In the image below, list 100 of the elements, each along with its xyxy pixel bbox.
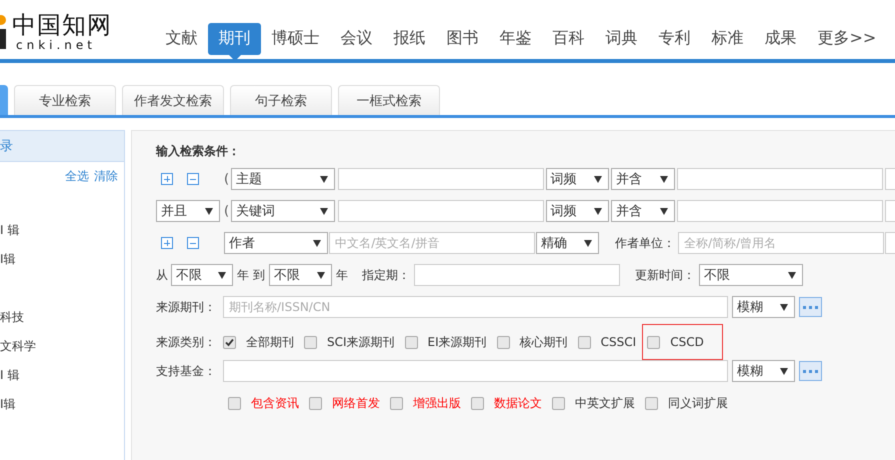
option-label: EI来源期刊 — [428, 334, 487, 350]
search-tab[interactable]: 作者发文检索 — [122, 85, 224, 115]
nav-tab[interactable]: 成果 — [754, 23, 807, 55]
nav-tab[interactable]: 标准 — [701, 23, 754, 55]
add-icon[interactable] — [161, 173, 173, 185]
caret-icon — [594, 176, 602, 182]
nav-tab[interactable]: 百科 — [542, 23, 595, 55]
more-button[interactable] — [799, 361, 822, 381]
sidebar-item[interactable]: I辑 — [0, 250, 124, 269]
checkbox[interactable] — [309, 396, 322, 410]
input-field[interactable]: 期刊名称/ISSN/CN — [223, 296, 728, 318]
dropdown[interactable]: 并含 — [611, 200, 676, 222]
nav-tab[interactable]: 文献 — [155, 23, 208, 55]
dropdown[interactable]: 词频 — [546, 200, 609, 222]
option-label: 包含资讯 — [251, 394, 299, 412]
input-field[interactable] — [338, 168, 544, 190]
nav-tab[interactable]: 会议 — [330, 23, 383, 55]
input-field[interactable] — [677, 168, 884, 190]
checkbox[interactable] — [578, 336, 591, 348]
option-label: 增强出版 — [413, 394, 461, 412]
dots-icon — [803, 370, 818, 372]
nav-tab[interactable]: 图书 — [436, 23, 489, 55]
dropdown[interactable]: 作者 — [224, 232, 328, 254]
input-field[interactable] — [885, 168, 895, 190]
dropdown[interactable]: 关键词 — [231, 200, 335, 222]
input-field[interactable] — [414, 264, 620, 286]
option-label: CSCD — [670, 335, 704, 349]
input-field[interactable] — [223, 360, 728, 382]
option-label: 全部期刊 — [246, 334, 294, 350]
logo-domain: cnki.net — [16, 38, 97, 50]
sidebar-item[interactable]: I辑 — [0, 395, 124, 414]
sidebar-item[interactable]: 科技 — [0, 308, 124, 327]
option-label: SCI来源期刊 — [327, 334, 395, 350]
field-label: 年 到 — [237, 266, 265, 284]
nav-tab[interactable]: 词典 — [595, 23, 648, 55]
field-label: 作者单位： — [615, 234, 676, 252]
option-label: 核心期刊 — [520, 334, 568, 350]
checkbox[interactable] — [223, 336, 236, 348]
more-button[interactable] — [799, 297, 822, 317]
dropdown[interactable]: 模糊 — [732, 360, 795, 382]
checkbox[interactable] — [496, 336, 510, 348]
caret-icon — [660, 208, 668, 214]
parenthesis: ( — [224, 204, 230, 218]
option-label: 网络首发 — [332, 394, 380, 412]
checkbox[interactable] — [304, 336, 317, 348]
input-field[interactable] — [338, 200, 544, 222]
checkbox[interactable] — [552, 396, 565, 410]
input-field[interactable]: 全称/简称/曾用名 — [678, 232, 884, 254]
dropdown[interactable]: 不限 — [698, 264, 803, 286]
checkbox[interactable] — [471, 396, 484, 410]
dropdown[interactable]: 主题 — [231, 168, 335, 190]
field-label: 指定期： — [362, 266, 410, 284]
dropdown[interactable]: 精确 — [536, 232, 600, 254]
input-field[interactable] — [677, 200, 884, 222]
sidebar-item[interactable]: I 辑 — [0, 366, 124, 385]
caret-icon — [205, 208, 213, 214]
parenthesis: ( — [224, 172, 230, 186]
field-label: 来源类别： — [156, 334, 217, 350]
dropdown[interactable]: 不限 — [268, 264, 332, 286]
form-title: 输入检索条件： — [156, 143, 241, 160]
checkbox[interactable] — [228, 396, 241, 410]
option-label: CSSCI — [600, 335, 636, 349]
nav-tab[interactable]: 报纸 — [383, 23, 436, 55]
sidebar-link[interactable]: 清除 — [94, 168, 118, 185]
caret-icon — [780, 368, 788, 374]
sidebar-item[interactable]: I 辑 — [0, 221, 124, 240]
caret-icon — [316, 272, 325, 278]
nav-tab[interactable]: 博硕士 — [261, 23, 330, 55]
dropdown[interactable]: 不限 — [171, 264, 233, 286]
checkbox[interactable] — [647, 336, 660, 348]
caret-icon — [780, 304, 788, 310]
checkbox[interactable] — [390, 396, 403, 410]
dots-icon — [803, 306, 818, 308]
sidebar-link[interactable]: 全选 — [65, 168, 89, 185]
input-field[interactable]: 中文名/英文名/拼音 — [329, 232, 536, 254]
nav-tab[interactable]: 专利 — [648, 23, 701, 55]
dropdown[interactable]: 并含 — [611, 168, 676, 190]
input-field[interactable] — [885, 232, 895, 254]
caret-icon — [320, 176, 328, 182]
logo-name: 中国知网 — [12, 12, 112, 36]
remove-icon[interactable] — [187, 237, 199, 249]
checkbox[interactable] — [645, 396, 658, 410]
search-tab[interactable]: 专业检索 — [14, 85, 116, 115]
nav-tab[interactable]: 更多>> — [807, 23, 887, 55]
input-field[interactable] — [885, 200, 895, 222]
dropdown[interactable]: 模糊 — [732, 296, 795, 318]
remove-icon[interactable] — [187, 173, 199, 185]
dropdown[interactable]: 词频 — [546, 168, 609, 190]
option-label: 中英文扩展 — [575, 394, 635, 412]
checkbox[interactable] — [404, 336, 418, 348]
search-tab[interactable]: 句子检索 — [230, 85, 332, 115]
caret-icon — [320, 208, 328, 214]
option-label: 同义词扩展 — [668, 394, 728, 412]
nav-tab[interactable]: 年鉴 — [489, 23, 542, 55]
search-tab[interactable]: 一框式检索 — [338, 85, 440, 115]
option-label: 数据论文 — [494, 394, 542, 412]
caret-icon — [788, 272, 796, 278]
dropdown[interactable]: 并且 — [156, 200, 220, 222]
sidebar-item[interactable]: 文科学 — [0, 337, 124, 356]
add-icon[interactable] — [161, 237, 173, 249]
